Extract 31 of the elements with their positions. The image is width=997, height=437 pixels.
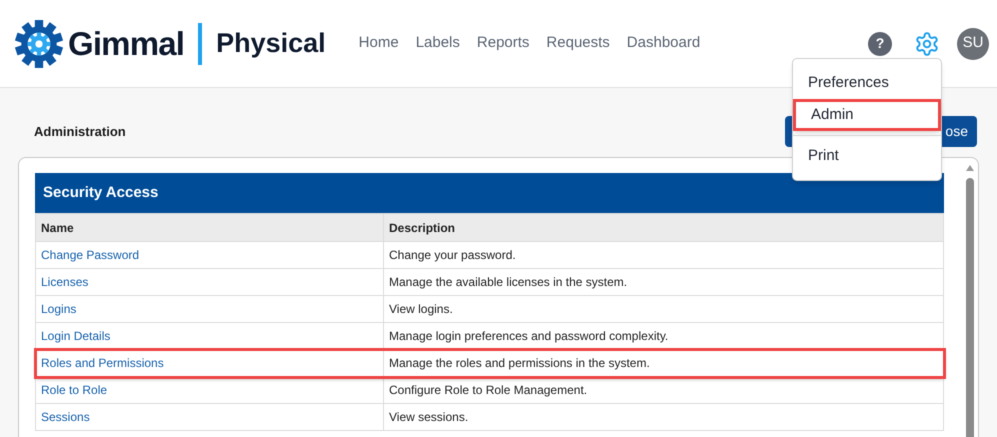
gear-logo-icon	[14, 18, 64, 68]
help-button[interactable]: ?	[868, 32, 892, 56]
admin-link[interactable]: Roles and Permissions	[41, 356, 164, 370]
user-avatar[interactable]: SU	[957, 28, 989, 60]
admin-link[interactable]: Licenses	[41, 275, 88, 289]
logo-text: Gimmal	[68, 24, 184, 64]
nav-link[interactable]: Dashboard	[626, 32, 700, 55]
table-cell: Configure Role to Role Management.	[384, 376, 944, 404]
admin-link[interactable]: Change Password	[41, 248, 140, 262]
section-title: Security Access	[43, 182, 158, 203]
page-title: Administration	[34, 122, 126, 141]
column-header: Name	[36, 214, 384, 242]
table-cell: Change your password.	[384, 242, 944, 268]
table-cell: View sessions.	[384, 404, 944, 430]
menu-item[interactable]: Print	[793, 140, 941, 172]
table-cell: Manage the available licenses in the system.	[384, 268, 944, 296]
menu-item[interactable]: Preferences	[793, 67, 941, 99]
product-name: Physical	[216, 27, 326, 60]
menu-item[interactable]: Admin	[793, 99, 941, 131]
table-cell: View logins.	[384, 296, 944, 322]
settings-icon[interactable]	[914, 30, 940, 56]
admin-link[interactable]: Logins	[41, 302, 76, 316]
column-header: Description	[384, 214, 944, 242]
scroll-up-icon[interactable]	[965, 164, 975, 172]
admin-link[interactable]: Role to Role	[41, 383, 108, 397]
nav-link[interactable]: Home	[358, 32, 399, 55]
nav-link[interactable]: Reports	[476, 32, 530, 55]
admin-link[interactable]: Sessions	[41, 410, 90, 424]
admin-link[interactable]: Login Details	[41, 329, 110, 343]
nav-link[interactable]: Labels	[416, 32, 460, 55]
nav-link[interactable]: Requests	[546, 32, 610, 55]
